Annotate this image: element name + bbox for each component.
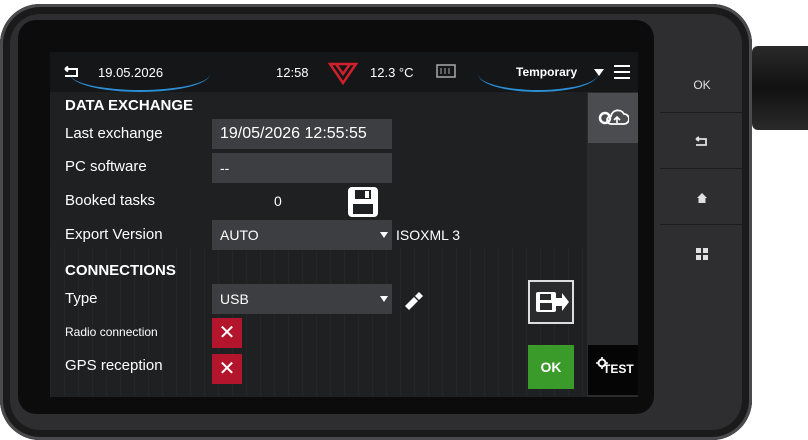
export-version-value: AUTO bbox=[220, 227, 259, 243]
chevron-down-icon bbox=[380, 232, 388, 238]
screen: 19.05.2026 12:58 12.3 °C Temporary DATA … bbox=[50, 52, 638, 397]
booked-tasks-label: Booked tasks bbox=[65, 192, 156, 209]
status-bar: 19.05.2026 12:58 12.3 °C Temporary bbox=[50, 52, 638, 92]
home-icon bbox=[697, 192, 707, 203]
data-exchange-heading: DATA EXCHANGE bbox=[65, 97, 194, 114]
cloud-settings-icon bbox=[598, 109, 629, 125]
radio-connection-status-icon: ✕ bbox=[212, 318, 242, 348]
type-value: USB bbox=[220, 291, 249, 307]
brand-logo-icon bbox=[328, 62, 358, 85]
type-select[interactable]: USB bbox=[212, 284, 392, 314]
hardware-home-button[interactable] bbox=[660, 170, 744, 225]
chevron-down-icon[interactable] bbox=[594, 69, 604, 77]
booked-tasks-value: 0 bbox=[274, 193, 282, 209]
pc-software-field: -- bbox=[212, 153, 392, 183]
gps-reception-label: GPS reception bbox=[65, 357, 163, 374]
hardware-back-button[interactable] bbox=[660, 114, 744, 169]
test-label: TEST bbox=[603, 362, 634, 376]
temperature-label: 12.3 °C bbox=[370, 65, 414, 80]
type-label: Type bbox=[65, 290, 98, 307]
decor-arc-left bbox=[70, 56, 210, 92]
cloud-settings-button[interactable] bbox=[588, 93, 638, 143]
chevron-down-icon bbox=[380, 296, 388, 302]
hardware-menu-button[interactable] bbox=[660, 226, 744, 280]
last-exchange-field: 19/05/2026 12:55:55 bbox=[212, 119, 392, 149]
test-button[interactable]: TEST bbox=[588, 345, 638, 395]
hardware-buttons: OK bbox=[660, 58, 744, 284]
profile-label: Temporary bbox=[516, 65, 578, 79]
back-icon bbox=[695, 136, 707, 146]
radio-connection-label: Radio connection bbox=[65, 325, 158, 339]
export-format-label: ISOXML 3 bbox=[396, 227, 461, 243]
hardware-ok-button[interactable]: OK bbox=[660, 58, 744, 113]
usb-stick-icon bbox=[405, 292, 423, 310]
ok-button-label: OK bbox=[540, 359, 562, 375]
power-cable bbox=[752, 46, 808, 130]
save-icon[interactable] bbox=[347, 186, 379, 218]
export-version-label: Export Version bbox=[65, 226, 163, 243]
hardware-ok-label: OK bbox=[693, 78, 711, 92]
connections-heading: CONNECTIONS bbox=[65, 262, 176, 279]
grid-icon bbox=[696, 247, 708, 260]
battery-icon bbox=[436, 64, 456, 78]
gps-reception-status-icon: ✕ bbox=[212, 354, 242, 384]
last-exchange-label: Last exchange bbox=[65, 125, 163, 142]
time-label: 12:58 bbox=[276, 65, 309, 80]
export-transfer-button[interactable] bbox=[528, 280, 574, 324]
pc-software-label: PC software bbox=[65, 158, 147, 175]
ok-button[interactable]: OK bbox=[528, 345, 574, 389]
export-transfer-icon bbox=[536, 292, 569, 312]
menu-icon[interactable] bbox=[614, 65, 630, 79]
export-version-select[interactable]: AUTO bbox=[212, 220, 392, 250]
